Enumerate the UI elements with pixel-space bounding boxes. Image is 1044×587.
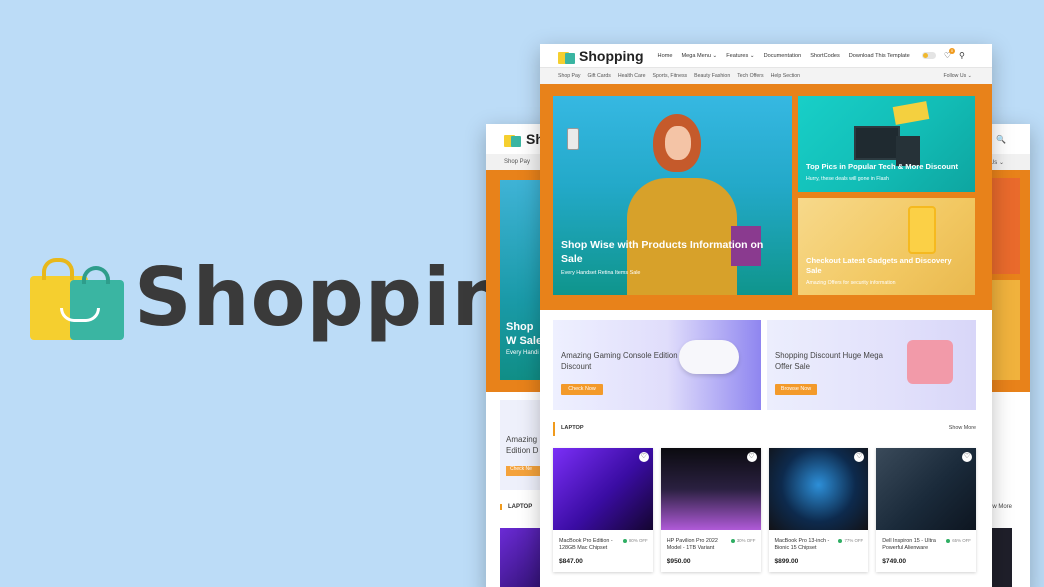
phone-illustration	[567, 128, 579, 150]
product-card[interactable]: ♡ MacBook Pro 13-inch - Bionic 15 Chipse…	[768, 448, 869, 572]
follow-us-dropdown[interactable]: Follow Us ⌄	[943, 73, 972, 79]
back-section-title: LAPTOP	[500, 504, 532, 510]
back-follow[interactable]: Us ⌄	[990, 159, 1004, 166]
sub-link-sports-fitness[interactable]: Sports, Fitness	[653, 73, 688, 79]
heart-icon[interactable]: ♡	[746, 452, 757, 462]
bags-icon	[504, 131, 522, 147]
dark-mode-toggle[interactable]	[921, 52, 936, 59]
secondary-navbar: Shop Pay Gift Cards Health Care Sports, …	[540, 68, 992, 84]
hero-card-gadgets-subtitle: Amazing Offers for security information	[806, 280, 896, 286]
back-hero-card	[990, 280, 1020, 380]
heart-icon[interactable]: ♡ 0	[944, 48, 955, 60]
hero-card-tech-title: Top Pics in Popular Tech & More Discount	[806, 162, 959, 171]
product-name: MacBook Pro 13-inch - Bionic 15 Chipset	[774, 538, 830, 551]
product-grid: ♡ MacBook Pro Edition - 128GB Mac Chipse…	[553, 448, 976, 572]
promo-gaming[interactable]: Amazing Gaming Console Edition Discount …	[553, 320, 761, 410]
browse-now-button[interactable]: Browse Now	[775, 384, 817, 395]
product-name: HP Pavilion Pro 2022 Model - 1TB Variant	[666, 538, 718, 551]
menu-item-shortcodes[interactable]: ShortCodes	[810, 53, 840, 59]
hero-card-gadgets-title: Checkout Latest Gadgets and Discovery Sa…	[806, 256, 952, 275]
menu-item-features[interactable]: Features ⌄	[726, 53, 754, 59]
sub-link-help-section[interactable]: Help Section	[771, 73, 800, 79]
product-name: MacBook Pro Edition - 128GB Mac Chipset	[559, 538, 613, 551]
monitor-illustration	[854, 126, 900, 160]
card-illustration	[892, 101, 930, 125]
sub-link-beauty-fashion[interactable]: Beauty Fashion	[694, 73, 730, 79]
product-price: $847.00	[559, 558, 583, 565]
product-card[interactable]: ♡ HP Pavilion Pro 2022 Model - 1TB Varia…	[660, 448, 761, 572]
promo-shopping-title: Shopping Discount Huge Mega Offer Sale	[775, 351, 883, 371]
check-now-button[interactable]: Check Now	[561, 384, 603, 395]
model-body	[627, 178, 737, 295]
product-price: $749.00	[882, 558, 907, 565]
product-image: ♡	[660, 448, 761, 530]
wishlist-count-badge: 0	[948, 48, 955, 54]
promo-gaming-title: Amazing Gaming Console Edition Discount	[561, 351, 678, 371]
gamepad-illustration	[679, 340, 739, 374]
site-logo[interactable]: Shopping	[579, 48, 644, 64]
hero-section: Shop Wise with Products Information on S…	[540, 84, 992, 310]
promo-shopping[interactable]: Shopping Discount Huge Mega Offer Sale B…	[767, 320, 976, 410]
section-title: LAPTOP	[561, 425, 584, 431]
sub-link-health-care[interactable]: Health Care	[618, 73, 646, 79]
product-price: $899.00	[774, 558, 799, 565]
product-card[interactable]: ♡ MacBook Pro Edition - 128GB Mac Chipse…	[553, 448, 653, 572]
search-icon[interactable]: ⚲	[959, 51, 965, 60]
discount-badge: 65% OFF	[946, 538, 971, 543]
front-window-preview: Shopping Home Mega Menu ⌄ Features ⌄ Doc…	[540, 44, 992, 587]
phone-illustration	[908, 206, 936, 254]
hero-main-subtitle: Every Handset Retina Items Sale	[561, 270, 641, 276]
hero-main-banner[interactable]: Shop Wise with Products Information on S…	[553, 96, 792, 295]
back-product-thumb-right	[992, 528, 1012, 587]
discount-badge: 77% OFF	[838, 538, 863, 543]
top-navbar: Shopping Home Mega Menu ⌄ Features ⌄ Doc…	[540, 44, 992, 68]
product-image: ♡	[876, 448, 976, 530]
section-header: LAPTOP Show More	[553, 422, 976, 436]
sub-link-tech-offers[interactable]: Tech Offers	[737, 73, 763, 79]
heart-icon[interactable]: ♡	[962, 452, 972, 462]
heart-icon[interactable]: ♡	[638, 452, 649, 462]
product-image: ♡	[768, 448, 869, 530]
back-sub-link[interactable]: Shop Pay	[504, 159, 530, 165]
hero-main-title: Shop Wise with Products Information on S…	[561, 239, 764, 265]
hero-card-tech[interactable]: Top Pics in Popular Tech & More Discount…	[798, 96, 975, 192]
main-menu: Home Mega Menu ⌄ Features ⌄ Documentatio…	[658, 53, 910, 59]
show-more-link[interactable]: Show More	[949, 425, 976, 431]
cart-illustration	[907, 340, 953, 384]
back-show-more[interactable]: ow More	[989, 504, 1012, 510]
shopping-bags-icon	[26, 252, 126, 344]
product-price: $950.00	[666, 558, 691, 565]
sub-link-gift-cards[interactable]: Gift Cards	[588, 73, 611, 79]
menu-item-home[interactable]: Home	[658, 53, 673, 59]
bags-icon	[558, 48, 576, 64]
hero-card-gadgets[interactable]: Checkout Latest Gadgets and Discovery Sa…	[798, 198, 975, 295]
heart-icon[interactable]: ♡	[854, 452, 865, 462]
hero-card-tech-subtitle: Hurry, these deals will gone in Flash	[806, 176, 889, 182]
back-hero-sub: Every Handi	[506, 350, 539, 356]
discount-badge: 30% OFF	[731, 538, 756, 543]
menu-item-download[interactable]: Download This Template	[849, 53, 910, 59]
sub-link-shop-pay[interactable]: Shop Pay	[558, 73, 581, 79]
back-hero-card	[990, 178, 1020, 274]
menu-item-mega-menu[interactable]: Mega Menu ⌄	[681, 53, 717, 59]
product-card[interactable]: ♡ Dell Inspiron 15 - Ultra Powerful Alie…	[876, 448, 976, 572]
discount-badge: 80% OFF	[623, 538, 648, 543]
search-icon[interactable]: 🔍	[996, 135, 1006, 144]
product-name: Dell Inspiron 15 - Ultra Powerful Alienw…	[882, 538, 936, 551]
product-image: ♡	[553, 448, 653, 530]
model-face	[665, 126, 691, 160]
menu-item-documentation[interactable]: Documentation	[764, 53, 802, 59]
